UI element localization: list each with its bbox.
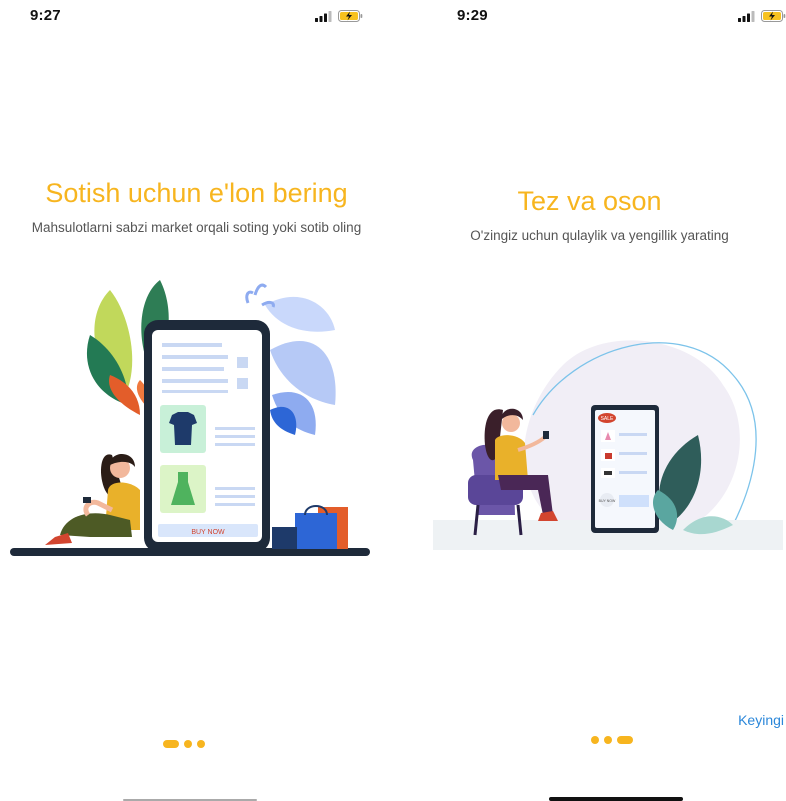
phone-mockup: SALE BUY NOW — [591, 405, 659, 533]
next-button[interactable]: Keyingi — [738, 712, 784, 728]
status-bar: 9:27 — [0, 0, 393, 34]
battery-charging-icon — [761, 10, 786, 22]
onboarding-title: Tez va oson — [517, 186, 662, 216]
easy-shopping-illustration: SALE BUY NOW — [433, 340, 783, 550]
onboarding-subtitle: Mahsulotlarni sabzi market orqali soting… — [31, 220, 362, 235]
onboarding-title: Sotish uchun e'lon bering — [45, 178, 348, 208]
pagination-dot-1[interactable] — [591, 736, 599, 744]
status-time: 9:29 — [457, 7, 488, 24]
status-icons — [738, 10, 786, 22]
sitting-woman — [45, 453, 140, 545]
status-icons — [315, 10, 363, 22]
home-indicator[interactable] — [549, 797, 683, 801]
sale-badge: SALE — [601, 416, 614, 422]
status-bar: 9:29 — [393, 0, 786, 34]
shopping-bags — [272, 505, 348, 549]
pagination-dots — [591, 736, 633, 744]
onboarding-subtitle: O'zingiz uchun qulaylik va yengillik yar… — [470, 228, 729, 243]
shopping-phone-illustration: BUY NOW — [10, 280, 370, 556]
battery-charging-icon — [338, 10, 363, 22]
phone-mockup: BUY NOW — [144, 320, 270, 552]
onboarding-screen-2: 9:29 Tez va oson O'zingiz uchun qulaylik… — [393, 0, 786, 801]
pagination-dots — [163, 740, 205, 748]
signal-icon — [738, 10, 755, 22]
pagination-dot-2[interactable] — [604, 736, 612, 744]
pagination-dot-3[interactable] — [197, 740, 205, 748]
pagination-dot-1[interactable] — [163, 740, 179, 748]
pagination-dot-2[interactable] — [184, 740, 192, 748]
signal-icon — [315, 10, 332, 22]
onboarding-screen-1: 9:27 Sotish uchun e'lon bering Mahsulotl… — [0, 0, 393, 801]
buy-now-label: BUY NOW — [599, 499, 616, 503]
buy-now-label: BUY NOW — [191, 529, 225, 536]
status-time: 9:27 — [30, 7, 61, 24]
pagination-dot-3[interactable] — [617, 736, 633, 744]
